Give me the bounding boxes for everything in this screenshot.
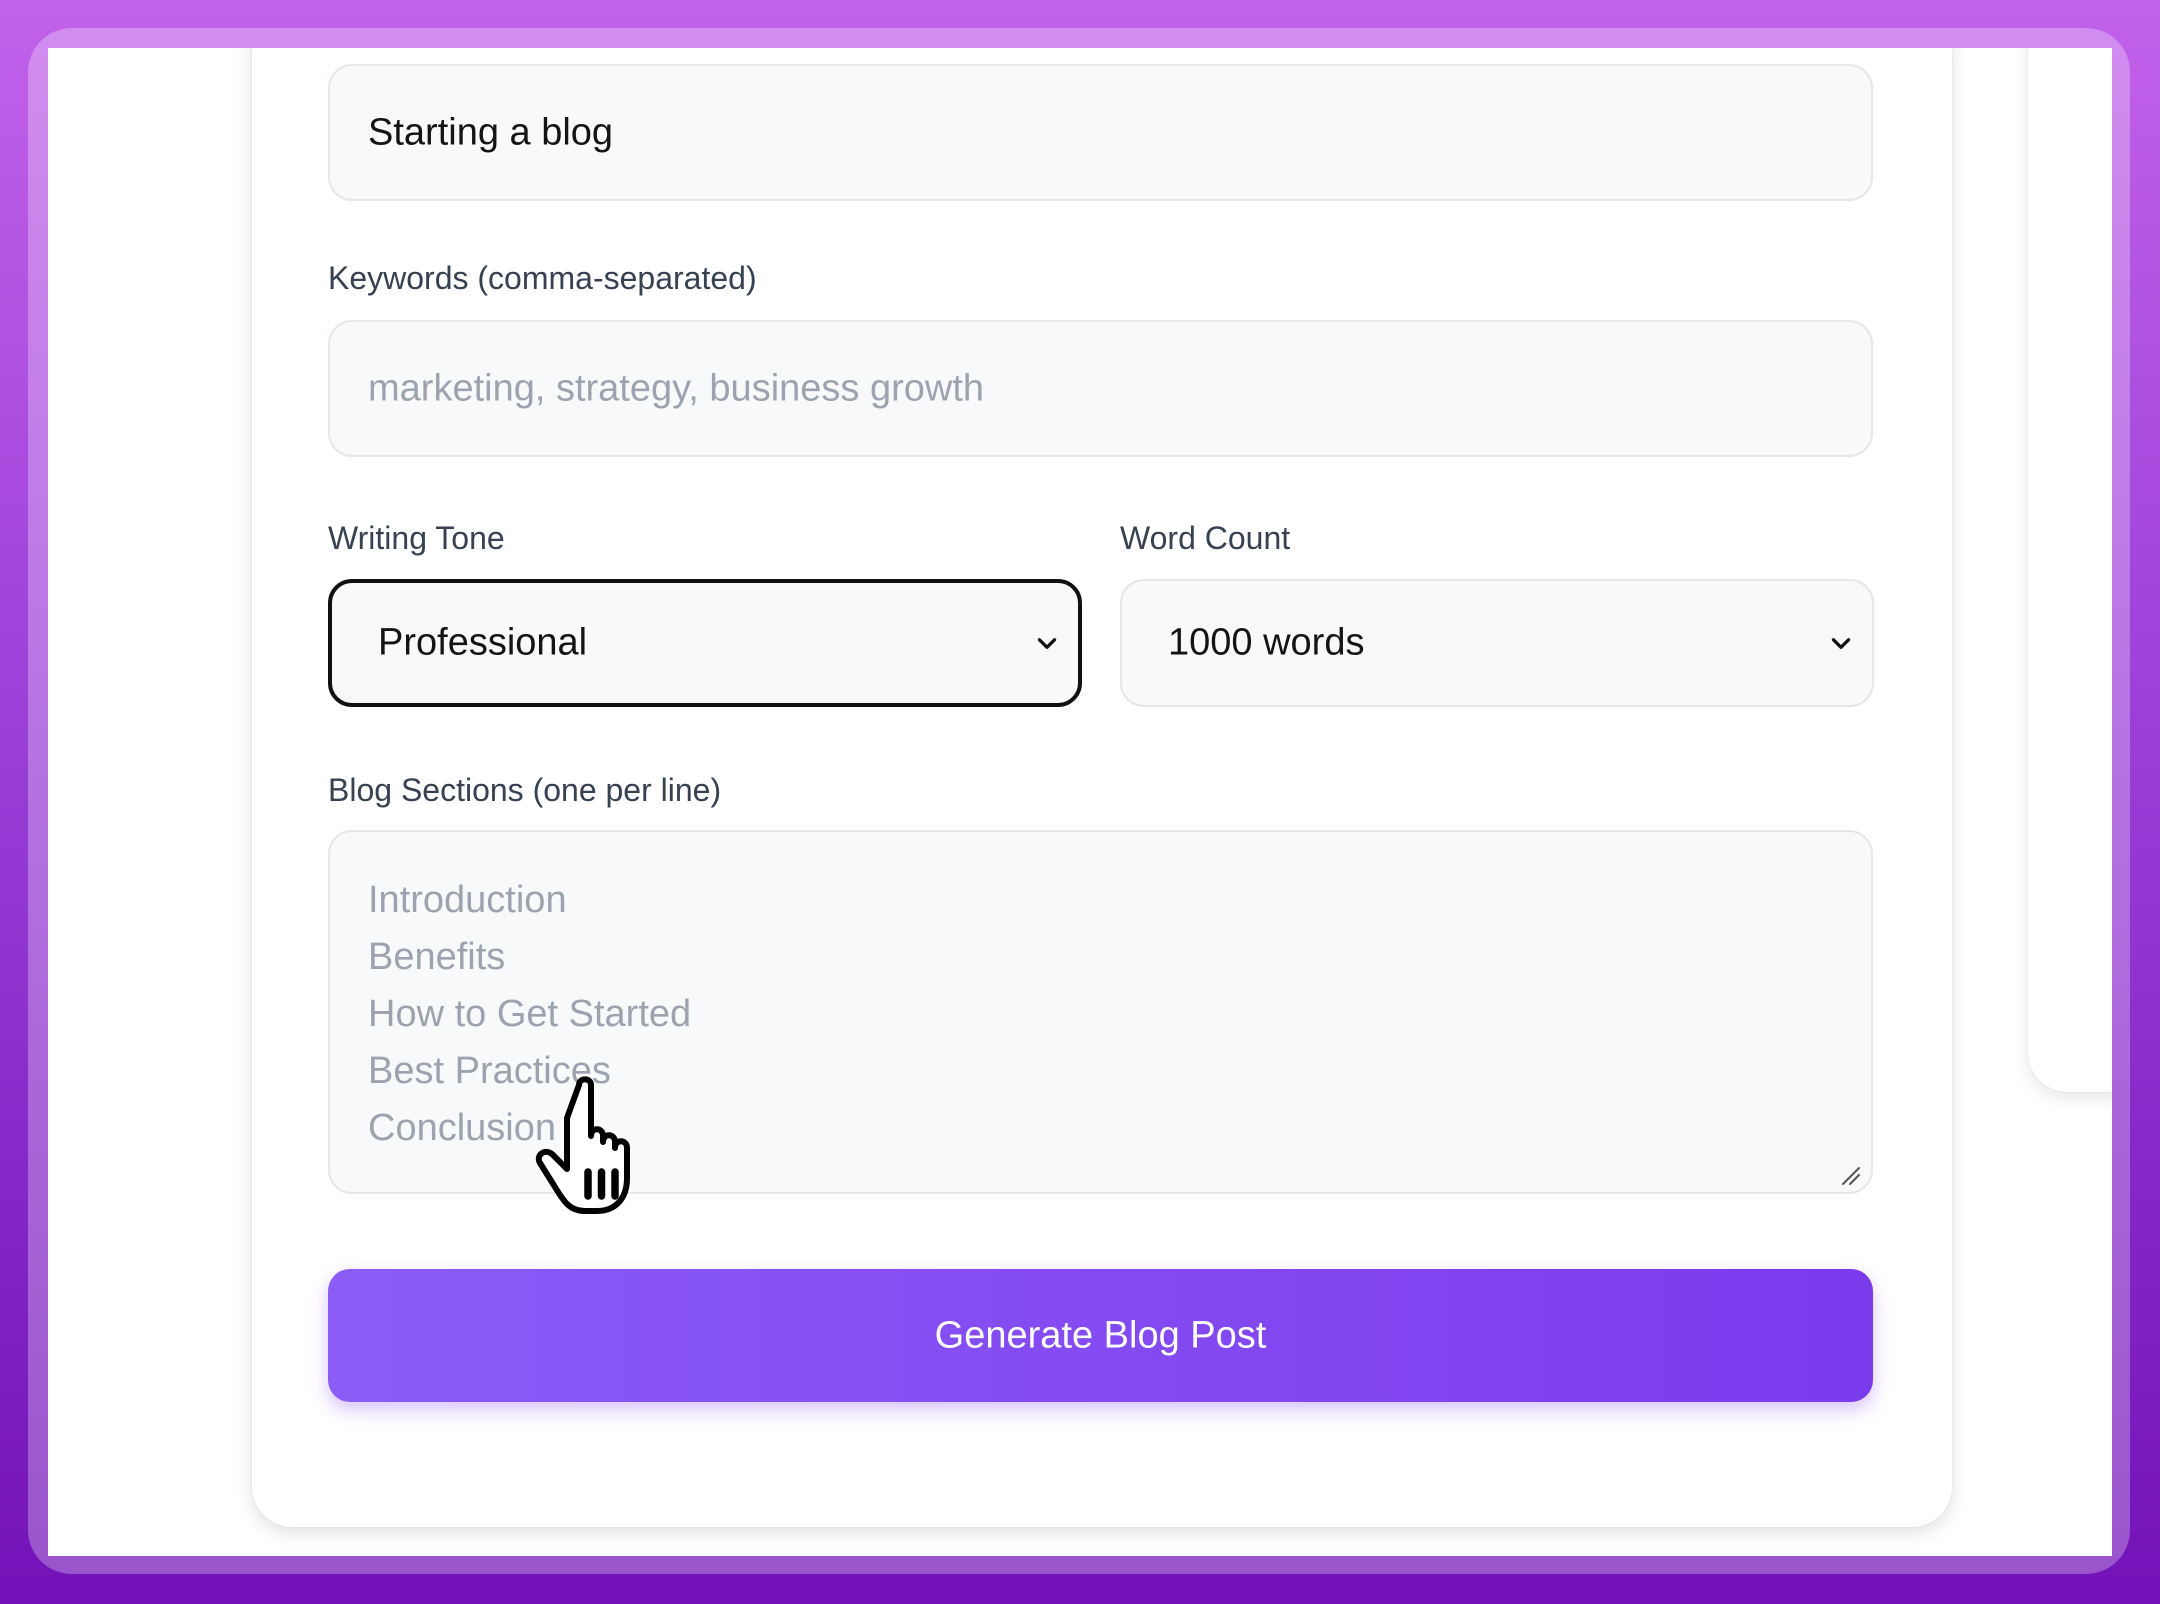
chevron-down-icon — [1037, 638, 1057, 649]
word-count-label: Word Count — [1120, 520, 1291, 556]
placeholder-line: Introduction — [368, 879, 567, 921]
browser-viewport: Starting a blog Keywords (comma-separate… — [48, 48, 2112, 1556]
word-count-select[interactable]: 1000 words — [1120, 579, 1874, 707]
word-count-value: 1000 words — [1168, 621, 1365, 664]
keywords-placeholder: marketing, strategy, business growth — [368, 367, 985, 409]
placeholder-line: Benefits — [368, 936, 506, 978]
hand-pointer-icon — [535, 1076, 630, 1214]
keywords-label: Keywords (comma-separated) — [328, 260, 757, 296]
blog-sections-label: Blog Sections (one per line) — [328, 772, 722, 808]
writing-tone-value: Professional — [378, 621, 588, 664]
generate-blog-post-button[interactable]: Generate Blog Post — [328, 1269, 1873, 1402]
placeholder-line: How to Get Started — [368, 993, 692, 1035]
writing-tone-label: Writing Tone — [328, 520, 505, 556]
blog-topic-input[interactable]: Starting a blog — [328, 64, 1873, 201]
keywords-input[interactable]: marketing, strategy, business growth — [328, 320, 1873, 457]
blog-topic-value: Starting a blog — [368, 111, 614, 153]
resize-grip-icon[interactable] — [1839, 1164, 1861, 1186]
side-panel-card — [2028, 48, 2112, 1092]
writing-tone-select[interactable]: Professional — [328, 579, 1082, 707]
chevron-down-icon — [1831, 638, 1851, 649]
generate-button-label: Generate Blog Post — [934, 1314, 1267, 1356]
